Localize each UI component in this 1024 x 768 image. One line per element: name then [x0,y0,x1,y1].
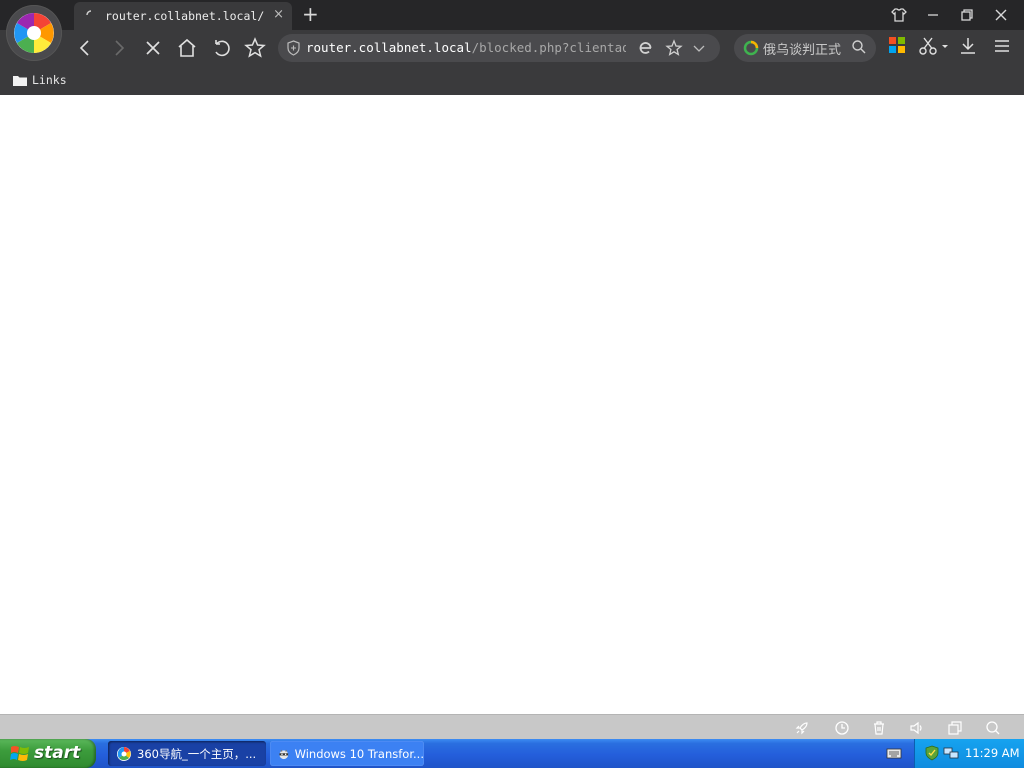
arrow-left-icon [79,40,89,56]
home-button[interactable] [174,35,200,61]
clock[interactable]: 11:29 AM [965,746,1020,760]
accelerator-icon[interactable] [834,720,850,736]
url-text[interactable]: router.collabnet.local/blocked.php?clien… [306,40,626,55]
skin-shirt-icon[interactable] [888,4,910,26]
minimize-icon[interactable] [922,4,944,26]
search-term[interactable]: 俄乌谈判正式 [763,39,841,58]
task-label: 360导航_一个主页，... [137,746,257,761]
forward-button[interactable] [106,35,132,61]
start-label: start [34,743,81,763]
url-host: router.collabnet.local [306,40,472,55]
windows-flag-icon [10,746,29,761]
shield-icon[interactable] [286,40,301,56]
start-button[interactable]: start [0,739,96,768]
undo-close-tab-button[interactable] [208,35,234,61]
download-icon[interactable] [958,36,978,56]
favorite-button[interactable] [242,35,268,61]
security-shield-icon[interactable] [924,745,940,761]
tab-title: router.collabnet.local/blo [105,9,265,23]
chevron-down-icon[interactable] [690,39,708,57]
tab-close-icon[interactable]: × [273,7,284,22]
bookmark-star-icon[interactable] [664,38,684,58]
browser-360-icon [117,746,131,761]
back-button[interactable] [72,35,98,61]
stop-x-icon [146,41,160,55]
bookmark-folder-links[interactable]: Links [12,73,67,87]
taskbar-item-windows-10-transform[interactable]: Windows 10 Transfor... [270,741,424,766]
home-icon [178,38,196,57]
ie-engine-icon[interactable] [636,38,656,58]
task-label: Windows 10 Transfor... [294,746,424,761]
stop-button[interactable] [140,35,166,61]
page-content [0,95,1024,714]
taskbar: start 360导航_一个主页，... Windows 10 Transfor… [0,739,1024,768]
undo-icon [215,40,230,57]
taskbar-item-360-browser[interactable]: 360导航_一个主页，... [108,741,266,766]
url-path: /blocked.php?clientaddr [471,40,626,55]
close-window-icon[interactable] [990,4,1012,26]
search-box[interactable]: 俄乌谈判正式 [734,34,876,62]
browser-logo-icon [14,13,54,53]
keyboard-icon[interactable] [886,746,902,760]
star-icon [244,37,266,58]
new-tab-button[interactable]: + [302,3,319,25]
trash-icon[interactable] [871,720,887,736]
loading-spinner-icon [86,10,92,16]
search-icon[interactable] [851,39,867,55]
address-bar[interactable]: router.collabnet.local/blocked.php?clien… [278,34,720,62]
restore-icon[interactable] [956,4,978,26]
system-tray: 11:29 AM [914,739,1024,768]
search-engine-icon [743,40,759,56]
network-icon[interactable] [943,745,959,761]
screenshot-scissors-icon[interactable] [918,36,952,56]
folder-icon [13,75,27,86]
browser-logo-button[interactable] [6,5,62,61]
bookmarks-bar: Links [0,66,1024,95]
browser-status-bar [0,714,1024,740]
raccoon-icon [279,749,289,759]
browser-chrome: router.collabnet.local/blo × + router. [0,0,1024,95]
rocket-icon[interactable] [794,720,810,736]
arrow-right-icon [115,40,125,56]
volume-icon[interactable] [909,720,925,736]
menu-icon[interactable] [992,36,1012,56]
app-grid-icon[interactable] [888,36,906,54]
zoom-icon[interactable] [985,720,1001,736]
tab-active[interactable]: router.collabnet.local/blo × [74,2,292,30]
window-view-icon[interactable] [947,720,963,736]
bookmark-label: Links [32,73,67,87]
